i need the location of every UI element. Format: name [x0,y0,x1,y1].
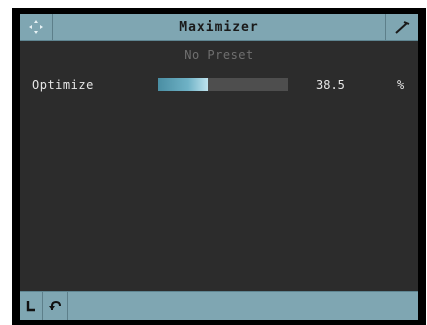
parameter-unit: % [397,78,405,92]
parameter-value[interactable]: 38.5 [316,78,345,92]
move-arrows-icon [29,20,43,34]
parameter-row-optimize: Optimize 38.5 % [20,74,418,96]
bottom-bar [20,291,418,320]
wrench-icon [395,21,410,34]
plugin-panel: Maximizer No Preset Optimize 38.5 % [20,14,418,320]
optimize-slider[interactable] [158,78,288,91]
link-icon [26,301,35,312]
parameter-label: Optimize [32,78,94,92]
undo-icon [49,300,61,310]
title-bar: Maximizer [20,14,418,41]
slider-fill [158,78,209,91]
undo-button[interactable] [43,292,68,320]
preset-selector[interactable]: No Preset [20,48,418,64]
settings-button[interactable] [385,14,418,40]
plugin-window: Maximizer No Preset Optimize 38.5 % [12,8,426,325]
plugin-title: Maximizer [179,19,259,35]
move-button[interactable] [20,14,53,40]
link-button[interactable] [20,292,43,320]
